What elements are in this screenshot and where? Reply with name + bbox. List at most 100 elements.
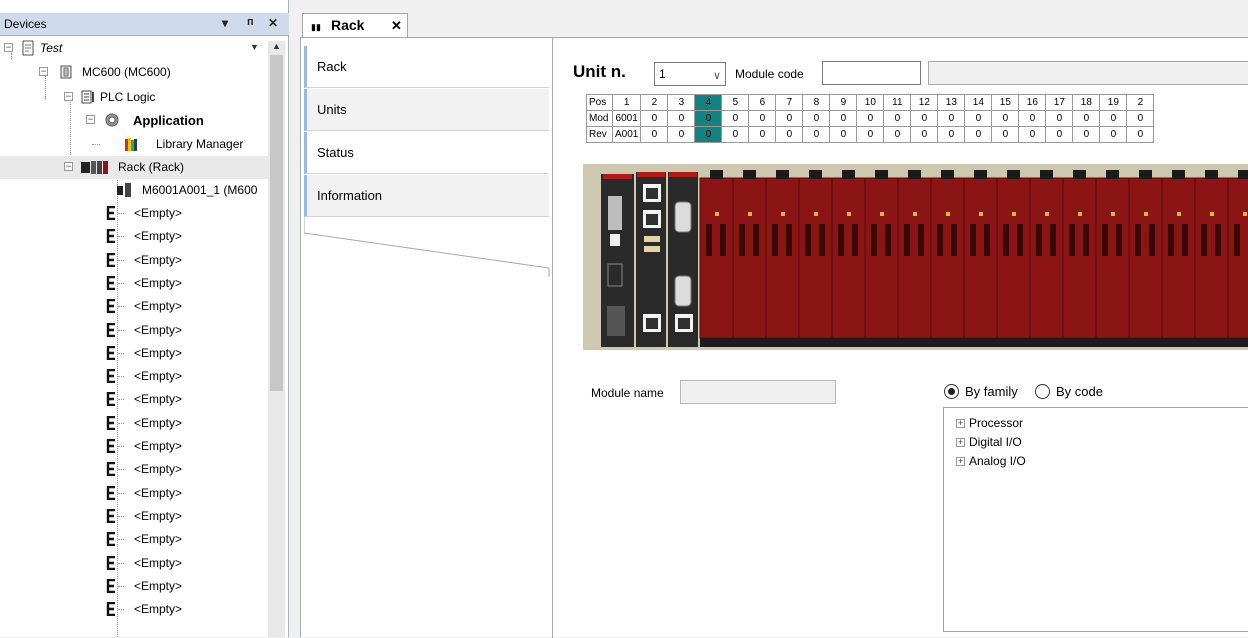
grid-cell-positions[interactable]: 14 (964, 94, 993, 111)
empty-slot[interactable] (732, 177, 767, 339)
tree-item-empty-slot[interactable]: <Empty> (0, 319, 260, 342)
empty-slot[interactable] (1227, 177, 1248, 339)
close-tab-icon[interactable]: ✕ (391, 18, 402, 34)
grid-cell-positions[interactable]: 7 (775, 94, 804, 111)
grid-cell-positions[interactable]: 13 (937, 94, 966, 111)
tree-item-label: Test (40, 41, 63, 55)
empty-slot[interactable] (831, 177, 866, 339)
tree-item-empty-slot[interactable]: <Empty> (0, 505, 260, 528)
slot-led (913, 212, 917, 216)
grid-cell-positions[interactable]: 5 (721, 94, 750, 111)
tree-item-empty-slot[interactable]: <Empty> (0, 365, 260, 388)
module-name-input[interactable] (680, 380, 836, 404)
slot-led (748, 212, 752, 216)
empty-slot[interactable] (1194, 177, 1229, 339)
grid-cell-positions[interactable]: 10 (856, 94, 885, 111)
dropdown-icon[interactable]: ▼ (250, 42, 259, 52)
collapse-icon[interactable]: − (4, 43, 13, 52)
grid-cell-positions[interactable]: 6 (748, 94, 777, 111)
grid-cell-positions[interactable]: 16 (1018, 94, 1047, 111)
tree-item-label: <Empty> (134, 532, 183, 547)
collapse-icon[interactable]: − (39, 67, 48, 76)
tree-item-empty-slot[interactable]: <Empty> (0, 598, 260, 621)
tree-item-empty-slot[interactable]: <Empty> (0, 528, 260, 551)
module-code-input[interactable] (822, 61, 921, 85)
tree-item-empty-slot[interactable]: <Empty> (0, 482, 260, 505)
tree-item-label: <Empty> (134, 299, 183, 314)
grid-cell-positions[interactable]: 17 (1045, 94, 1074, 111)
slot-led (1210, 212, 1214, 216)
slot-latch (1238, 170, 1248, 179)
collapse-icon[interactable]: − (86, 115, 95, 124)
tree-item-empty-slot[interactable]: <Empty> (0, 272, 260, 295)
side-tab-rack[interactable]: Rack (304, 46, 549, 88)
empty-slot[interactable] (1095, 177, 1130, 339)
grid-cell-positions[interactable]: 9 (829, 94, 858, 111)
tree-item-empty-slot[interactable]: <Empty> (0, 435, 260, 458)
scrollbar-thumb[interactable] (270, 55, 283, 391)
side-tab-units[interactable]: Units (304, 89, 549, 131)
tree-item-empty-slot[interactable]: <Empty> (0, 342, 260, 365)
empty-slot[interactable] (1029, 177, 1064, 339)
grid-cell-positions[interactable]: 1 (611, 94, 642, 111)
scroll-up-icon[interactable]: ▲ (268, 41, 285, 53)
grid-cell-positions[interactable]: 19 (1099, 94, 1128, 111)
empty-slot[interactable] (1161, 177, 1196, 339)
close-panel-icon[interactable]: ✕ (268, 16, 278, 30)
grid-cell-positions[interactable]: 4 (694, 94, 723, 111)
slot-latch (809, 170, 822, 179)
tree-item-plc-logic[interactable]: − PLC Logic (0, 86, 260, 109)
tree-item-empty-slot[interactable]: <Empty> (0, 552, 260, 575)
empty-slot[interactable] (798, 177, 833, 339)
tree-item-empty-slot[interactable]: <Empty> (0, 225, 260, 248)
tree-item-empty-slot[interactable]: <Empty> (0, 295, 260, 318)
empty-slot[interactable] (897, 177, 932, 339)
radio-by-code[interactable] (1035, 384, 1050, 399)
tree-item-empty-slot[interactable]: <Empty> (0, 249, 260, 272)
empty-slot[interactable] (1062, 177, 1097, 339)
tree-scrollbar[interactable]: ▲ (268, 41, 285, 637)
tab-rack[interactable]: ▮▮ Rack ✕ (302, 13, 408, 37)
slot-connector (786, 224, 792, 256)
empty-slot[interactable] (996, 177, 1031, 339)
tree-item-library-manager[interactable]: Library Manager (0, 133, 260, 156)
rack-image[interactable] (583, 164, 1248, 350)
grid-cell-positions[interactable]: 3 (667, 94, 696, 111)
empty-slot[interactable] (864, 177, 899, 339)
tree-item-empty-slot[interactable]: <Empty> (0, 575, 260, 598)
empty-slot[interactable] (699, 177, 734, 339)
grid-cell-positions[interactable]: 2 (640, 94, 669, 111)
grid-cell-positions[interactable]: 11 (883, 94, 912, 111)
expand-icon[interactable]: + (956, 457, 965, 466)
empty-slot[interactable] (963, 177, 998, 339)
grid-cell-positions[interactable]: 8 (802, 94, 831, 111)
tree-item-root[interactable]: − Test (0, 37, 260, 60)
expand-icon[interactable]: + (956, 419, 965, 428)
grid-cell-positions[interactable]: 2 (1126, 94, 1155, 111)
expand-icon[interactable]: + (956, 438, 965, 447)
empty-slot[interactable] (930, 177, 965, 339)
tree-item-module[interactable]: M6001A001_1 (M600 (0, 179, 268, 202)
panel-menu-icon[interactable]: ▾ (222, 16, 228, 30)
side-tab-information[interactable]: Information (304, 175, 549, 217)
tree-item-application[interactable]: − Application (0, 109, 260, 132)
slot-connector (1215, 224, 1221, 256)
grid-cell-positions[interactable]: 12 (910, 94, 939, 111)
collapse-icon[interactable]: − (64, 92, 73, 101)
tree-item-empty-slot[interactable]: <Empty> (0, 412, 260, 435)
tree-item-empty-slot[interactable]: <Empty> (0, 202, 260, 225)
grid-cell-positions[interactable]: 15 (991, 94, 1020, 111)
pin-icon[interactable]: ᴨ (247, 16, 254, 28)
tree-item-rack[interactable]: − Rack (Rack) (0, 156, 268, 179)
side-tab-status[interactable]: Status (304, 132, 549, 174)
radio-by-family[interactable] (944, 384, 959, 399)
grid-cell-positions[interactable]: 18 (1072, 94, 1101, 111)
empty-slot[interactable] (1128, 177, 1163, 339)
tree-item-label: <Empty> (134, 369, 183, 384)
tree-item-empty-slot[interactable]: <Empty> (0, 388, 260, 411)
unit-number-select[interactable]: 1 ∨ (654, 62, 726, 86)
tree-item-empty-slot[interactable]: <Empty> (0, 458, 260, 481)
collapse-icon[interactable]: − (64, 162, 73, 171)
tree-item-device[interactable]: − MC600 (MC600) (0, 61, 260, 84)
empty-slot[interactable] (765, 177, 800, 339)
